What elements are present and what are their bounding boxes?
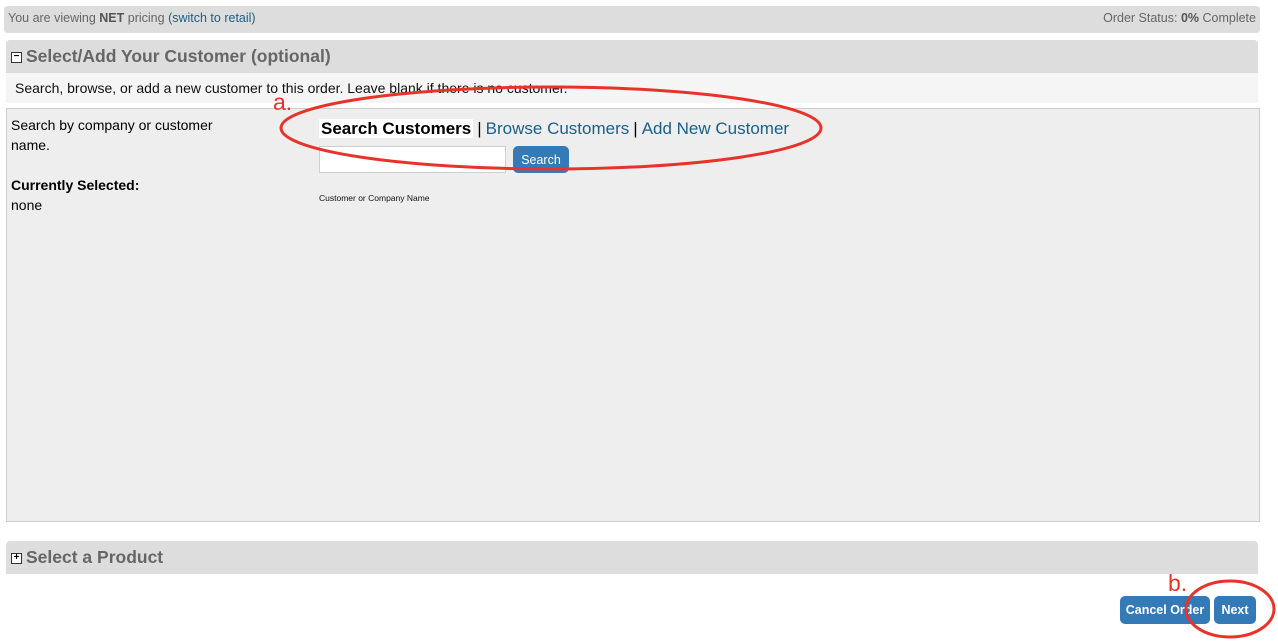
cancel-order-button[interactable]: Cancel Order xyxy=(1120,596,1210,624)
tab-add-new-customer[interactable]: Add New Customer xyxy=(642,119,789,138)
customer-tabs: Search Customers | Browse Customers | Add Ne… xyxy=(319,119,789,139)
next-button[interactable]: Next xyxy=(1214,596,1256,624)
viewing-suffix: pricing xyxy=(124,11,169,25)
tab-separator: | xyxy=(633,119,638,138)
viewing-prefix: You are viewing xyxy=(8,11,100,25)
product-section-header[interactable]: + Select a Product xyxy=(6,541,1258,574)
product-section-title: Select a Product xyxy=(26,547,164,567)
tab-browse-customers[interactable]: Browse Customers xyxy=(486,119,630,138)
customer-help-column: Search by company or customer name. Curr… xyxy=(11,115,241,215)
customer-help-text: Search by company or customer name. xyxy=(11,117,213,153)
pricing-status-bar: You are viewing NET pricing (switch to r… xyxy=(4,6,1260,33)
annotation-label-a: a. xyxy=(273,89,293,115)
order-status: Order Status: 0% Complete xyxy=(1103,6,1256,31)
currently-selected-label: Currently Selected: xyxy=(11,177,140,193)
status-suffix: Complete xyxy=(1199,11,1256,25)
customer-section-title: Select/Add Your Customer (optional) xyxy=(26,46,331,66)
expand-icon[interactable]: + xyxy=(11,553,22,564)
status-prefix: Order Status: xyxy=(1103,11,1181,25)
customer-section-header[interactable]: − Select/Add Your Customer (optional) xyxy=(6,40,1258,73)
collapse-icon[interactable]: − xyxy=(11,52,22,63)
customer-panel: Search by company or customer name. Curr… xyxy=(6,108,1260,522)
customer-search-input[interactable] xyxy=(319,146,506,173)
status-percent: 0% xyxy=(1180,11,1200,25)
customer-section-description: Search, browse, or add a new customer to… xyxy=(6,73,1258,103)
pricing-type: NET xyxy=(99,11,125,25)
search-button[interactable]: Search xyxy=(513,146,569,173)
tab-separator: | xyxy=(477,119,482,138)
pricing-info: You are viewing NET pricing (switch to r… xyxy=(8,6,256,31)
tab-search-customers[interactable]: Search Customers xyxy=(319,119,474,138)
annotation-label-b: b. xyxy=(1168,570,1188,596)
search-field-label: Customer or Company Name xyxy=(319,193,430,203)
switch-to-retail-link[interactable]: (switch to retail) xyxy=(168,11,256,25)
currently-selected-value: none xyxy=(11,197,43,213)
